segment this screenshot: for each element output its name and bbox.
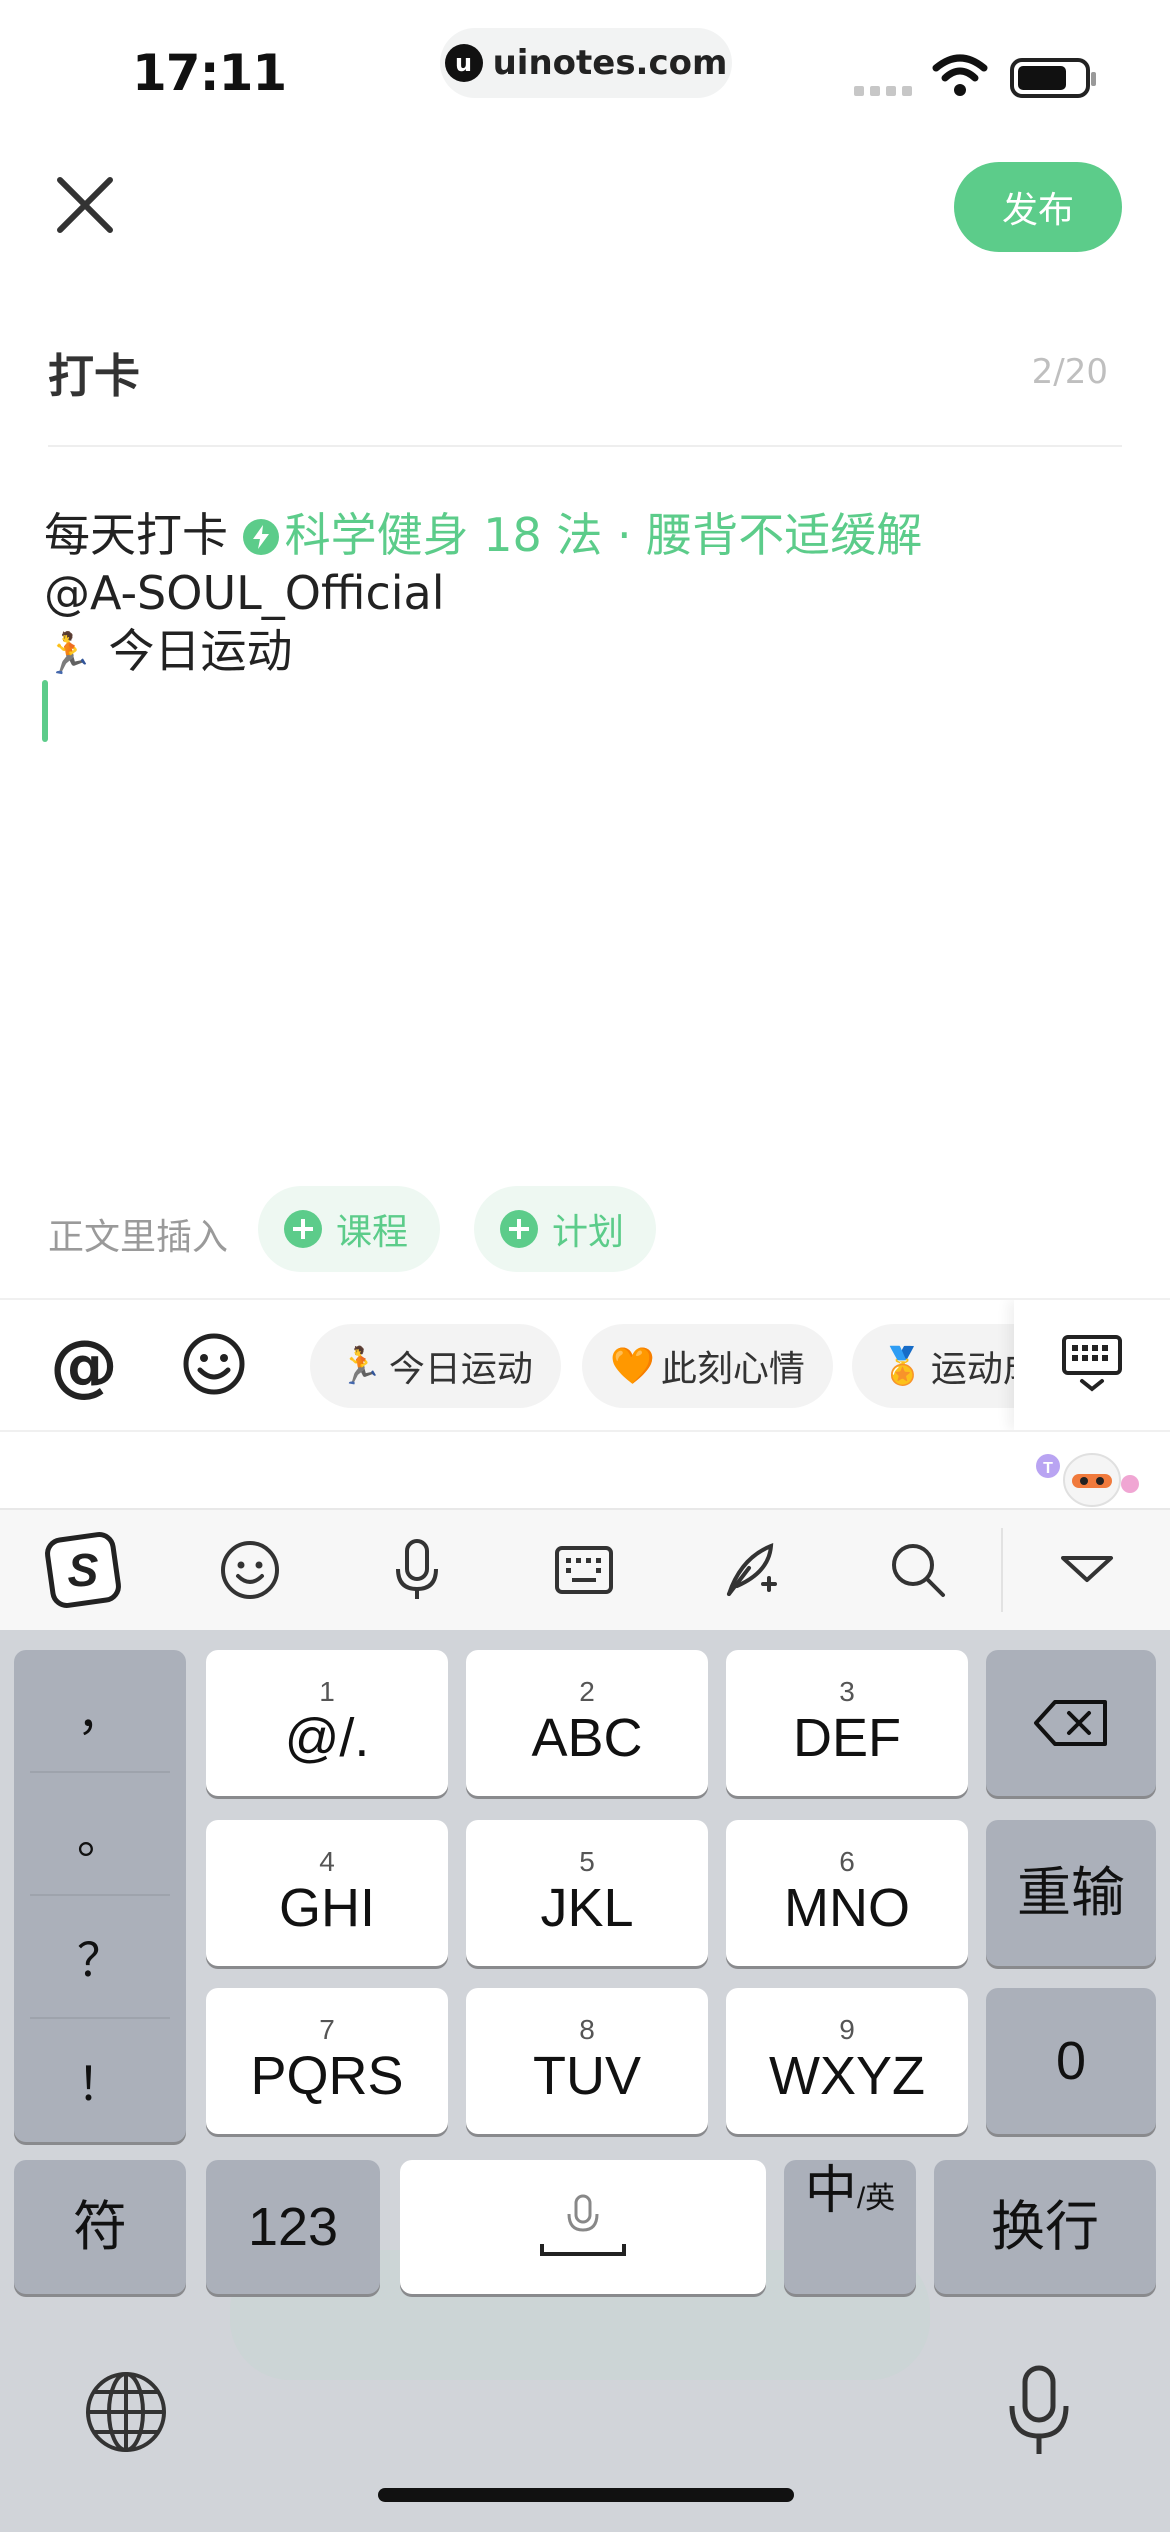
return-key[interactable]: 换行 bbox=[934, 2160, 1156, 2294]
punct-exclaim-key[interactable]: ！ bbox=[30, 2019, 170, 2142]
backspace-key[interactable] bbox=[986, 1650, 1156, 1796]
sogou-logo-button[interactable]: S bbox=[0, 1510, 167, 1630]
space-mic-icon bbox=[540, 2194, 626, 2256]
insert-course-button[interactable]: 课程 bbox=[258, 1186, 441, 1272]
compose-toolbar: @ 🏃 今日运动 🧡 此刻心情 🏅 运动成 bbox=[0, 1298, 1170, 1432]
key-5[interactable]: 5 JKL bbox=[466, 1820, 708, 1966]
mention-text[interactable]: @A-SOUL_Official bbox=[44, 566, 444, 620]
title-input[interactable]: 打卡 bbox=[48, 340, 140, 406]
ime-voice-button[interactable] bbox=[334, 1510, 501, 1630]
runner-emoji-icon: 🏃 bbox=[44, 631, 94, 677]
divider bbox=[48, 445, 1122, 447]
course-link[interactable]: 科学健身 18 法 · 腰背不适缓解 bbox=[242, 508, 923, 562]
space-key[interactable] bbox=[400, 2160, 766, 2294]
symbol-key[interactable]: 符 bbox=[14, 2160, 186, 2294]
smiley-icon bbox=[221, 1541, 280, 1599]
punct-period-key[interactable]: 。 bbox=[30, 1773, 170, 1896]
svg-text:T: T bbox=[1043, 1460, 1053, 1477]
plus-icon bbox=[500, 1210, 538, 1248]
punctuation-column[interactable]: ， 。 ？ ！ bbox=[14, 1650, 186, 2142]
url-text: uinotes.com bbox=[492, 43, 728, 83]
body-line-2: @A-SOUL_Official bbox=[44, 564, 1122, 622]
runner-emoji-icon: 🏃 bbox=[338, 1346, 383, 1387]
keyboard: ， 。 ？ ！ 1 @/. 2 ABC 3 DEF 4 GHI 5 JKL 6 MNO 重输… bbox=[0, 1630, 1170, 2532]
insert-plan-label: 计划 bbox=[552, 1212, 625, 1253]
tag-chip-mood[interactable]: 🧡 此刻心情 bbox=[582, 1324, 833, 1408]
ime-emoji-button[interactable] bbox=[167, 1510, 334, 1630]
feather-pen-icon bbox=[726, 1542, 777, 1596]
body-line-1: 每天打卡 科学健身 18 法 · 腰背不适缓解 bbox=[44, 506, 1122, 564]
emoji-button[interactable] bbox=[182, 1332, 246, 1396]
cellular-signal-icon bbox=[854, 86, 912, 96]
svg-text:S: S bbox=[68, 1544, 99, 1596]
key-8[interactable]: 8 TUV bbox=[466, 1988, 708, 2134]
ime-search-button[interactable] bbox=[834, 1510, 1001, 1630]
key-3[interactable]: 3 DEF bbox=[726, 1650, 968, 1796]
language-switch-key[interactable]: 中/英 bbox=[784, 2160, 916, 2294]
candidate-strip: T bbox=[0, 1434, 1170, 1510]
search-icon bbox=[891, 1544, 945, 1597]
punct-comma-key[interactable]: ， bbox=[30, 1650, 170, 1773]
body-text-prefix: 每天打卡 bbox=[44, 508, 228, 562]
key-7[interactable]: 7 PQRS bbox=[206, 1988, 448, 2134]
close-button[interactable] bbox=[50, 170, 120, 240]
text-cursor bbox=[42, 680, 48, 742]
zero-key[interactable]: 0 bbox=[986, 1988, 1156, 2134]
insert-course-label: 课程 bbox=[336, 1212, 409, 1253]
tag-label: 今日运动 bbox=[388, 1349, 533, 1390]
key-9[interactable]: 9 WXYZ bbox=[726, 1988, 968, 2134]
medal-emoji-icon: 🏅 bbox=[880, 1346, 925, 1387]
insert-plan-button[interactable]: 计划 bbox=[474, 1186, 657, 1272]
key-4[interactable]: 4 GHI bbox=[206, 1820, 448, 1966]
heart-emoji-icon: 🧡 bbox=[610, 1346, 655, 1387]
key-6[interactable]: 6 MNO bbox=[726, 1820, 968, 1966]
course-name: 科学健身 18 法 · 腰背不适缓解 bbox=[284, 508, 923, 562]
lightning-icon bbox=[242, 519, 279, 555]
key-1[interactable]: 1 @/. bbox=[206, 1650, 448, 1796]
retype-key[interactable]: 重输 bbox=[986, 1820, 1156, 1966]
backspace-icon bbox=[1034, 1700, 1107, 1746]
body-editor[interactable]: 每天打卡 科学健身 18 法 · 腰背不适缓解 @A-SOUL_Official… bbox=[44, 506, 1122, 683]
publish-button[interactable]: 发布 bbox=[954, 162, 1122, 252]
ime-toolbar: S bbox=[0, 1510, 1170, 1630]
globe-icon[interactable] bbox=[82, 2368, 170, 2456]
number-key[interactable]: 123 bbox=[206, 2160, 380, 2294]
microphone-icon bbox=[396, 1539, 439, 1599]
insert-label: 正文里插入 bbox=[48, 1217, 229, 1258]
dictation-mic-icon[interactable] bbox=[1004, 2364, 1074, 2460]
body-line-3: 🏃 今日运动 bbox=[44, 622, 1122, 683]
site-logo-icon: u bbox=[444, 44, 483, 82]
url-pill[interactable]: u uinotes.com bbox=[440, 28, 732, 98]
sogou-logo-icon: S bbox=[45, 1532, 122, 1608]
chevron-down-icon bbox=[1060, 1556, 1113, 1582]
status-time: 17:11 bbox=[132, 44, 287, 102]
body-tag-text: 今日运动 bbox=[108, 624, 293, 678]
mention-button[interactable]: @ bbox=[50, 1328, 118, 1404]
hide-keyboard-button[interactable] bbox=[1014, 1300, 1170, 1430]
keyboard-down-icon bbox=[1062, 1335, 1122, 1392]
ime-keyboard-layout-button[interactable] bbox=[501, 1510, 668, 1630]
plus-icon bbox=[284, 1210, 322, 1248]
tag-chip-today-exercise[interactable]: 🏃 今日运动 bbox=[310, 1324, 561, 1408]
punct-question-key[interactable]: ？ bbox=[30, 1896, 170, 2019]
wifi-icon bbox=[932, 54, 988, 96]
ime-handwriting-button[interactable] bbox=[667, 1510, 834, 1630]
title-char-count: 2/20 bbox=[1031, 352, 1108, 392]
tag-label: 此刻心情 bbox=[660, 1349, 805, 1390]
ime-collapse-button[interactable] bbox=[1003, 1510, 1170, 1630]
keyboard-icon bbox=[555, 1546, 613, 1594]
battery-icon bbox=[1010, 58, 1096, 98]
ime-mascot-icon[interactable]: T bbox=[1026, 1444, 1146, 1510]
home-indicator bbox=[378, 2488, 794, 2502]
key-2[interactable]: 2 ABC bbox=[466, 1650, 708, 1796]
